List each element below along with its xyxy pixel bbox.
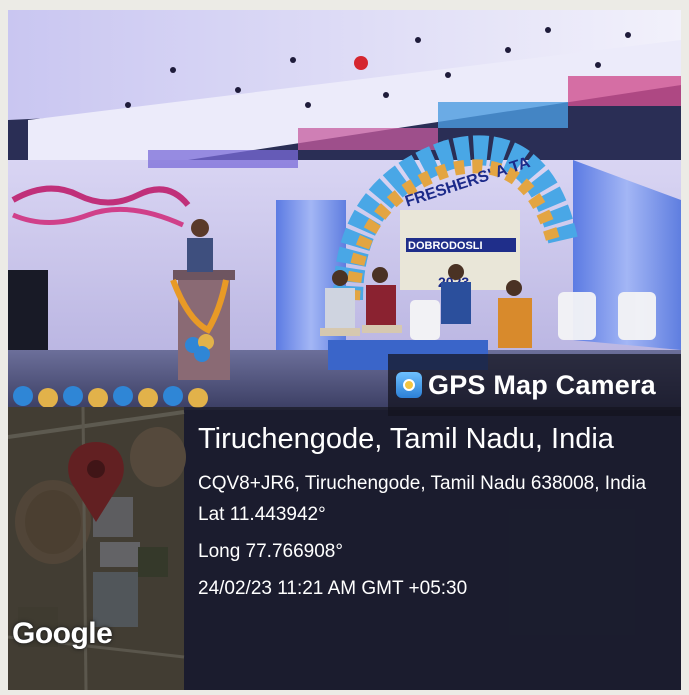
map-pin-camera-icon [396,372,422,398]
map-thumbnail: Google [8,407,184,690]
location-title: Tiruchengode, Tamil Nadu, India [198,423,614,455]
badge-label: GPS Map Camera [428,369,656,400]
gps-map-camera-badge: GPS Map Camera [388,354,681,416]
google-logo: Google [12,617,113,650]
banner-subtitle: DOBRODOSLI [408,240,483,252]
location-details: Tiruchengode, Tamil Nadu, India CQV8+JR6… [198,423,675,615]
location-address: CQV8+JR6, Tiruchengode, Tamil Nadu 63800… [198,473,647,494]
longitude-text: Long 77.766908° [198,541,343,562]
datetime-text: 24/02/23 11:21 AM GMT +05:30 [198,578,468,599]
latitude-text: Lat 11.443942° [198,504,326,525]
photo-frame: FRESHERS' A TA DOBRODOSLI 2023 [8,10,681,690]
